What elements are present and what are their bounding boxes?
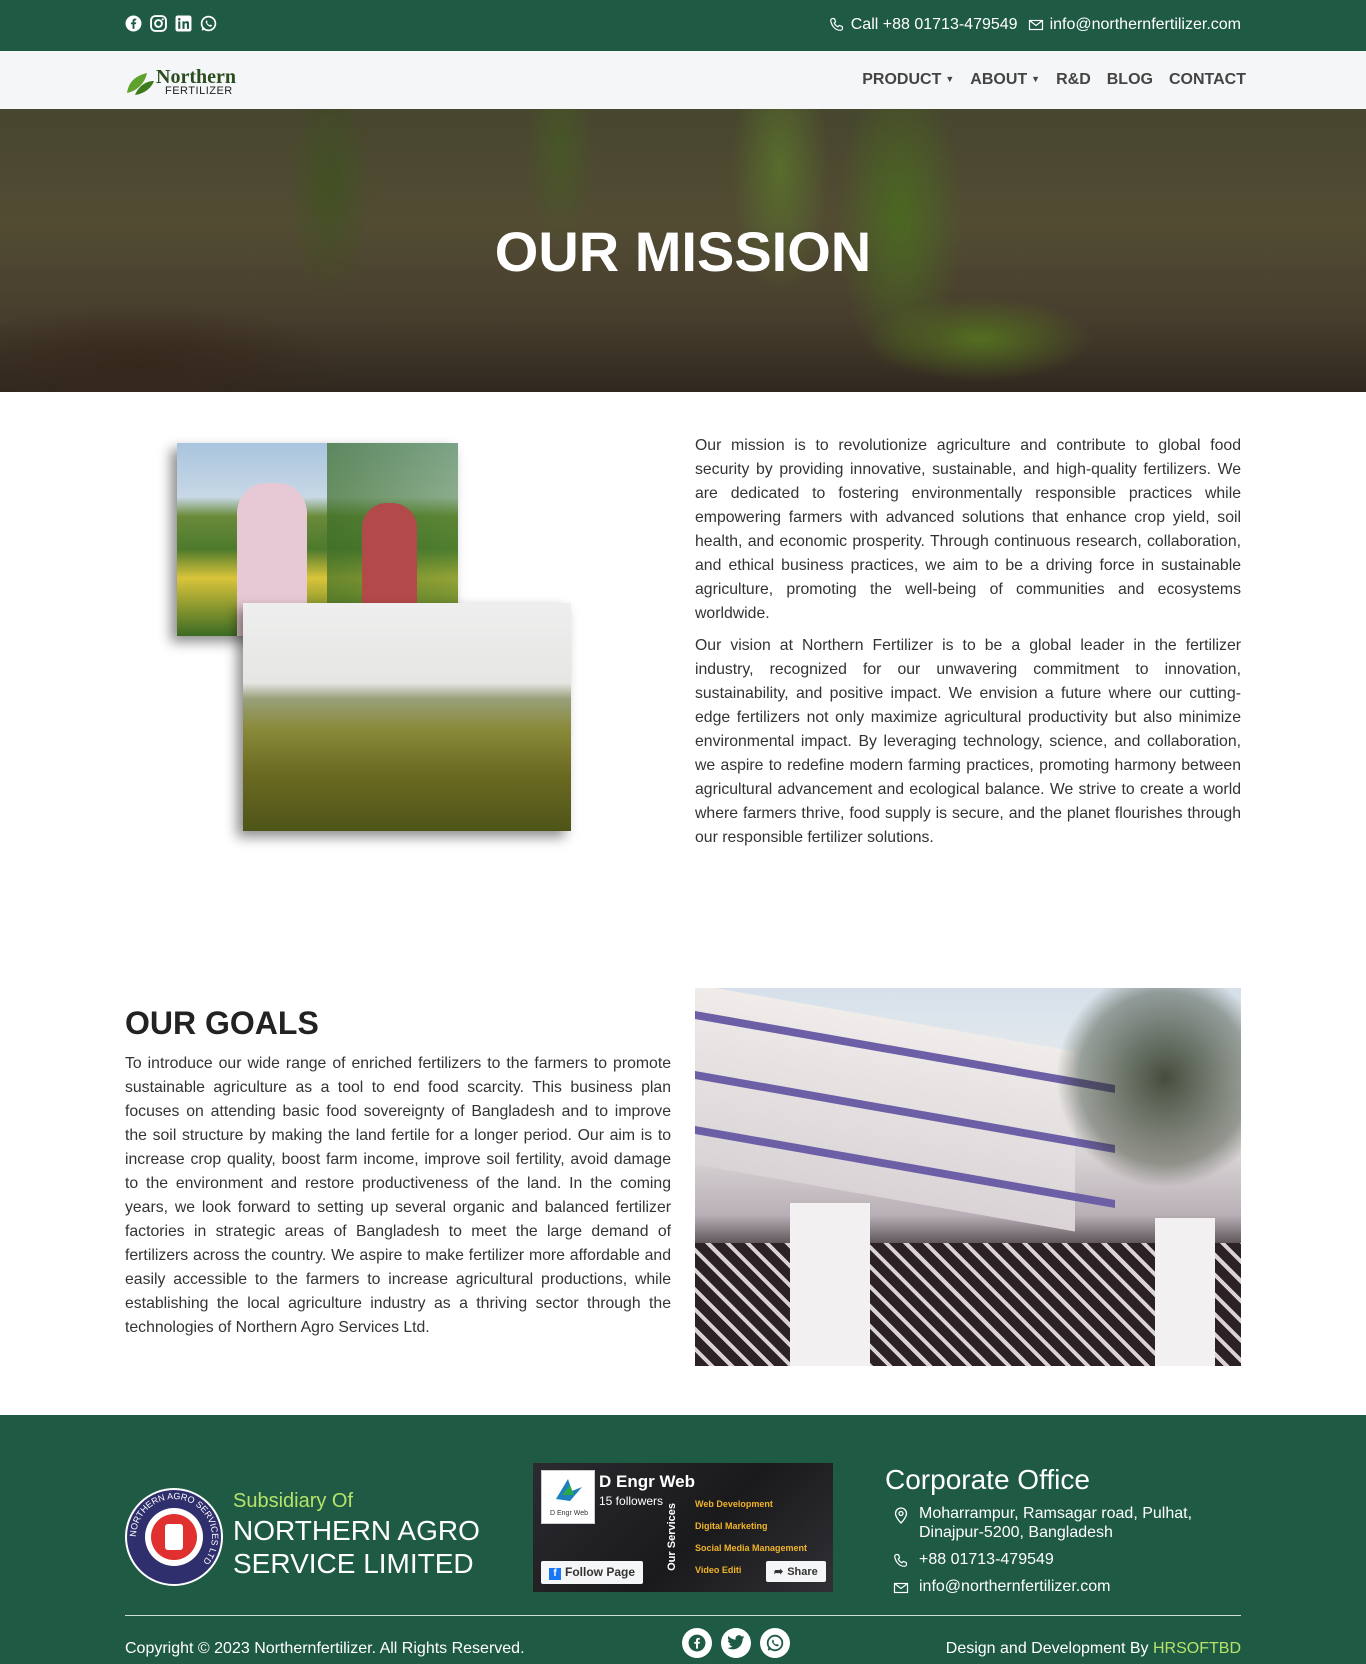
goals-paragraph: To introduce our wide range of enriched …: [125, 1055, 671, 1336]
caret-down-icon: ▼: [945, 74, 955, 84]
developer-link[interactable]: HRSOFTBD: [1153, 1640, 1241, 1657]
topbar-contact: Call +88 01713-479549 info@northernferti…: [829, 16, 1241, 34]
fb-page-avatar[interactable]: D Engr Web: [541, 1470, 595, 1524]
site-footer: NORTHERN AGRO SERVICES LTD Subsidiary Of…: [0, 1415, 1366, 1664]
fb-vertical-label: Our Services: [666, 1503, 678, 1571]
location-pin-icon: [894, 1507, 908, 1524]
fb-follow-page-button[interactable]: f Follow Page: [541, 1561, 644, 1584]
topbar-phone[interactable]: Call +88 01713-479549: [851, 16, 1018, 34]
caret-down-icon: ▼: [1031, 74, 1041, 84]
phone-icon: [829, 17, 843, 31]
office-building-photo: [695, 988, 1241, 1366]
company-seal-logo: NORTHERN AGRO SERVICES LTD: [125, 1488, 223, 1586]
corporate-email: info@northernfertilizer.com: [893, 1578, 1110, 1596]
list-item: Web Development: [695, 1499, 773, 1509]
whatsapp-icon[interactable]: [760, 1628, 790, 1658]
list-item: Social Media Management: [695, 1543, 808, 1553]
mission-text: Our mission is to revolutionize agricult…: [695, 434, 1241, 850]
fb-followers-count: 15 followers: [599, 1494, 664, 1508]
footer-social-links: [682, 1628, 790, 1658]
topbar-email[interactable]: info@northernfertilizer.com: [1050, 16, 1241, 34]
nav-item-product[interactable]: PRODUCT ▼: [862, 71, 954, 89]
corporate-office-heading: Corporate Office: [885, 1464, 1090, 1495]
envelope-icon: [893, 1582, 909, 1594]
phone-icon: [894, 1553, 908, 1567]
site-logo[interactable]: Northern FERTILIZER: [125, 65, 245, 97]
fb-page-name[interactable]: D Engr Web: [599, 1472, 695, 1492]
envelope-icon: [1028, 19, 1043, 31]
developer-credit: Design and Development By HRSOFTBD: [945, 1640, 1241, 1657]
nav-item-about[interactable]: ABOUT ▼: [970, 71, 1040, 89]
fb-share-button[interactable]: ➦ Share: [766, 1561, 826, 1582]
main-navbar: Northern FERTILIZER PRODUCT ▼ ABOUT ▼ R&D …: [0, 51, 1366, 109]
twitter-icon[interactable]: [721, 1628, 751, 1658]
facebook-page-widget[interactable]: D Engr Web D Engr Web 15 followers Our S…: [533, 1463, 833, 1592]
nav-item-contact[interactable]: CONTACT: [1169, 71, 1246, 89]
facebook-icon[interactable]: [682, 1628, 712, 1658]
vision-paragraph: Our vision at Northern Fertilizer is to …: [695, 637, 1241, 846]
linkedin-icon[interactable]: [175, 15, 192, 32]
rice-field-photo: [243, 603, 571, 831]
whatsapp-icon[interactable]: [200, 15, 217, 32]
facebook-icon[interactable]: [125, 15, 142, 32]
goals-heading: OUR GOALS: [125, 1005, 319, 1041]
copyright-text: Copyright © 2023 Northernfertilizer. All…: [125, 1640, 525, 1657]
hero-banner: OUR MISSION: [0, 109, 1366, 392]
mission-paragraph: Our mission is to revolutionize agricult…: [695, 437, 1241, 622]
logo-subtitle: FERTILIZER: [165, 85, 233, 97]
topbar-social-links: [125, 15, 217, 32]
footer-divider: [125, 1615, 1241, 1616]
nav-menu: PRODUCT ▼ ABOUT ▼ R&D BLOG CONTACT: [862, 71, 1246, 89]
parent-company-name: NORTHERN AGRO SERVICE LIMITED: [233, 1515, 480, 1579]
nav-item-blog[interactable]: BLOG: [1107, 71, 1153, 89]
nav-item-rnd[interactable]: R&D: [1056, 71, 1091, 89]
leaf-icon: [127, 73, 154, 95]
corporate-phone: +88 01713-479549: [893, 1551, 1054, 1569]
page-title: OUR MISSION: [494, 220, 872, 283]
top-bar: Call +88 01713-479549 info@northernferti…: [0, 0, 1366, 51]
instagram-icon[interactable]: [150, 15, 167, 32]
corporate-address: Moharrampur, Ramsagar road, Pulhat, Dina…: [893, 1504, 1192, 1542]
subsidiary-label: Subsidiary Of: [233, 1490, 354, 1512]
share-icon: ➦: [774, 1566, 784, 1578]
facebook-icon: f: [549, 1568, 561, 1580]
list-item: Digital Marketing: [695, 1521, 768, 1531]
